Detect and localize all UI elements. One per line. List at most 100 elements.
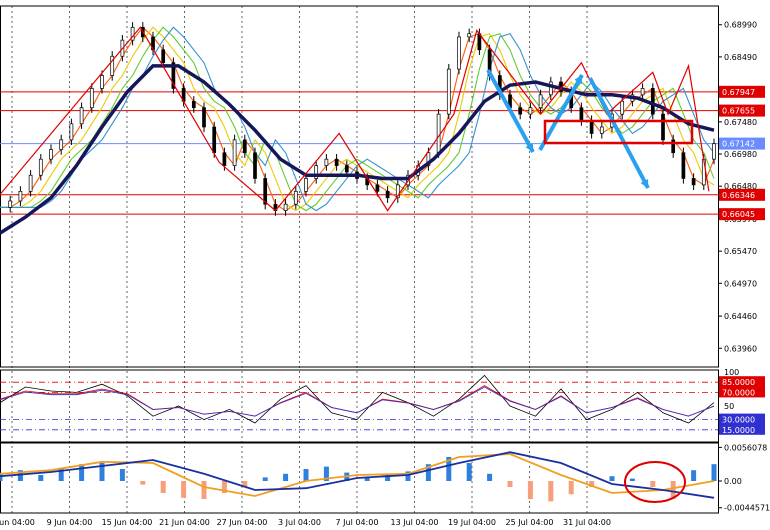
candle-body [661,113,665,141]
macd-histogram-bar [262,477,268,481]
y-tick-label: 0.66980 [724,150,757,159]
y-tick-label: 0.63960 [724,344,757,353]
x-tick-label: 7 Jul 04:00 [336,518,379,527]
candle-body [620,100,625,115]
candle-body [650,88,655,115]
candle-body [344,165,349,173]
macd-tick-label: 0.0056078 [724,443,767,452]
y-tick-label: 0.64460 [724,312,757,321]
candle-body [640,88,645,96]
macd-histogram-bar [548,481,554,502]
candle-body [191,100,196,109]
macd-tick-label: -0.0044571 [724,504,770,513]
x-tick-label: 15 Jun 04:00 [102,518,153,527]
macd-histogram-bar [629,478,635,481]
candle-body [518,107,523,115]
candle-body [304,178,308,192]
x-tick-label: 13 Jul 04:00 [391,518,439,527]
oscillator-tick-label: 100 [724,368,739,377]
candle-body [69,123,74,141]
candle-body [253,152,257,179]
y-tick-label: 0.65470 [724,247,757,256]
macd-line [0,453,715,497]
candle-body [293,190,298,205]
y-tick-label: 0.64970 [724,279,757,288]
oscillator-level-label: 30.0000 [722,416,755,425]
macd-histogram-bar [119,469,125,481]
candle-body [457,36,461,70]
candle-body [8,200,13,208]
candle-body [334,158,339,166]
candle-body [324,158,329,166]
macd-histogram-bar [466,463,472,481]
candle-body [681,152,686,179]
price-level-label: 0.66045 [722,210,755,219]
candle-body [385,190,390,199]
macd-histogram-bar [650,481,656,487]
candle-body [691,178,696,186]
price-level-label: 0.67655 [722,107,755,116]
x-tick-label: 21 Jun 04:00 [159,518,210,527]
macd-histogram-bar [303,469,309,481]
y-tick-label: 0.68490 [724,53,757,62]
price-pane [0,5,719,368]
oscillator-level-label: 85.0000 [722,378,755,387]
x-tick-label: 3 Jul 04:00 [278,518,321,527]
price-level-label: 0.67142 [722,140,755,149]
candle-body [599,126,604,134]
macd-histogram-bar [160,481,166,493]
oscillator-level-label: 70.0000 [722,388,755,397]
candle-body [538,94,543,109]
macd-histogram-bar [140,481,146,485]
price-level-label: 0.66346 [722,191,755,200]
candle-body [242,139,247,154]
macd-histogram-bar [181,481,187,498]
oscillator-tick-label: 50 [724,402,734,411]
candle-body [579,107,584,121]
macd-histogram-bar [79,464,85,481]
candle-body [712,143,716,160]
x-tick-label: 25 Jul 04:00 [506,518,554,527]
candle-body [202,107,206,128]
macd-histogram-bar [711,464,717,481]
price-level-label: 0.67947 [722,88,755,97]
candle-body [436,113,441,154]
candle-body [100,75,104,89]
candle-body [18,190,23,202]
macd-histogram-bar [38,475,44,481]
macd-histogram-bar [609,476,615,481]
x-tick-label: 19 Jul 04:00 [448,518,496,527]
candle-body [283,203,288,211]
x-tick-label: 9 Jun 04:00 [47,518,93,527]
candle-body [467,33,472,38]
x-tick-label: 31 Jul 04:00 [563,518,611,527]
slow-moving-average [0,64,715,235]
candle-body [79,107,84,125]
y-tick-label: 0.68990 [724,21,757,30]
candle-body [59,139,64,150]
macd-histogram-bar [568,481,574,495]
macd-histogram-bar [507,481,513,487]
candle-body [446,68,451,115]
macd-histogram-bar [283,473,289,481]
candle-body [38,158,43,176]
candle-body [232,139,237,166]
macd-histogram-bar [201,481,207,499]
candle-body [222,152,227,166]
y-tick-label: 0.67480 [724,118,757,127]
macd-tick-label: 0.00 [724,477,742,486]
candle-body [161,49,166,64]
candle-body [375,184,380,192]
candle-body [89,88,94,109]
oscillator-pane [0,369,719,443]
macd-histogram-bar [0,473,3,481]
forex-chart: 4 Jun 04:00 9 Jun 04:00 15 Jun 04:00 21 Jun… [0,5,770,527]
macd-histogram-bar [487,473,493,481]
candle-body [28,174,33,192]
x-tick-label: 27 Jun 04:00 [217,518,268,527]
candle-body [589,120,594,134]
macd-histogram-bar [691,470,697,481]
candle-body [528,107,533,115]
candle-body [49,149,53,160]
macd-histogram-bar [527,481,533,499]
